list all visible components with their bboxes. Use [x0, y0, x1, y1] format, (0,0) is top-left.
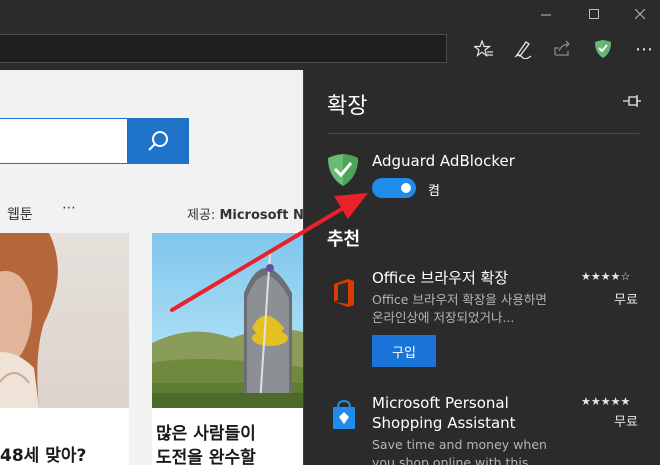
- panel-divider: [327, 133, 639, 134]
- news-card-1-title: 48세 맞아?: [0, 446, 87, 465]
- rec-2-name-line2[interactable]: Shopping Assistant: [372, 413, 516, 433]
- panel-title: 확장: [327, 94, 368, 119]
- recommended-section-title: 추천: [327, 229, 361, 250]
- extension-toggle-label: 켬: [428, 184, 440, 199]
- rec-1-buy-button[interactable]: 구입: [372, 335, 436, 367]
- browser-toolbar: ⋯: [0, 28, 660, 70]
- adguard-toolbar-button[interactable]: [587, 34, 619, 64]
- extensions-panel: 확장 Adguard AdBlocker 켬 추천 Office 브라우저 확장…: [303, 70, 660, 465]
- rec-2-price: 무료: [614, 415, 638, 430]
- more-icon: ⋯: [635, 38, 653, 60]
- rec-2-description: Save time and money when you shop online…: [372, 437, 547, 465]
- search-icon: [148, 131, 168, 151]
- nav-item-webtoon[interactable]: 웹툰: [7, 204, 33, 224]
- news-card-2-title-line1: 많은 사람들이: [156, 424, 256, 444]
- notes-button[interactable]: [507, 34, 539, 64]
- news-card-1[interactable]: 48세 맞아?: [0, 233, 129, 465]
- web-content: 웹툰 ⋯ 제공: Microsoft N 48세 맞아? 많은 사람들이 도전을…: [0, 70, 303, 465]
- favorites-star-icon: [474, 40, 493, 58]
- maximize-icon: [588, 8, 599, 19]
- provider-label: 제공: Microsoft N: [187, 208, 303, 223]
- rec-2-rating-stars: ★★★★★: [581, 395, 631, 408]
- rec-1-name[interactable]: Office 브라우저 확장: [372, 268, 508, 288]
- pen-notes-icon: [514, 41, 532, 59]
- share-button[interactable]: [547, 34, 579, 64]
- shopping-bag-icon: [333, 400, 355, 429]
- favorites-star-button[interactable]: [468, 34, 500, 64]
- toggle-knob: [401, 183, 411, 193]
- address-bar[interactable]: [0, 34, 447, 63]
- rec-1-price: 무료: [614, 293, 638, 308]
- rec-2-name-line1[interactable]: Microsoft Personal: [372, 393, 509, 413]
- close-icon: [634, 8, 645, 19]
- extension-toggle[interactable]: [372, 178, 416, 198]
- rec-1-rating-stars: ★★★★☆: [581, 270, 631, 283]
- adguard-shield-icon[interactable]: [327, 153, 359, 187]
- edge-window: ⋯ 웹툰 ⋯ 제공: Microsoft N 48세 맞아? 많은 사람들이 도…: [0, 0, 660, 465]
- office-icon: [334, 279, 354, 307]
- news-card-2[interactable]: 많은 사람들이 도전을 완수할: [152, 233, 303, 465]
- extension-name[interactable]: Adguard AdBlocker: [372, 152, 515, 170]
- minimize-button[interactable]: [523, 0, 569, 28]
- news-card-1-image: [0, 233, 129, 408]
- nav-more-icon[interactable]: ⋯: [62, 200, 76, 216]
- maximize-button[interactable]: [571, 0, 617, 28]
- share-icon: [554, 40, 570, 56]
- web-search-input[interactable]: [0, 118, 128, 164]
- pin-icon[interactable]: [621, 94, 643, 110]
- minimize-icon: [540, 14, 551, 15]
- news-card-2-title-line2: 도전을 완수할: [156, 448, 256, 465]
- title-bar: [0, 0, 660, 28]
- news-card-2-image: [152, 233, 303, 408]
- more-button[interactable]: ⋯: [628, 34, 660, 64]
- web-search-button[interactable]: [127, 118, 189, 164]
- rec-1-description: Office 브라우저 확장을 사용하면 온라인상에 저장되었거나...: [372, 292, 547, 325]
- adguard-shield-icon: [595, 40, 611, 58]
- close-button[interactable]: [617, 0, 660, 28]
